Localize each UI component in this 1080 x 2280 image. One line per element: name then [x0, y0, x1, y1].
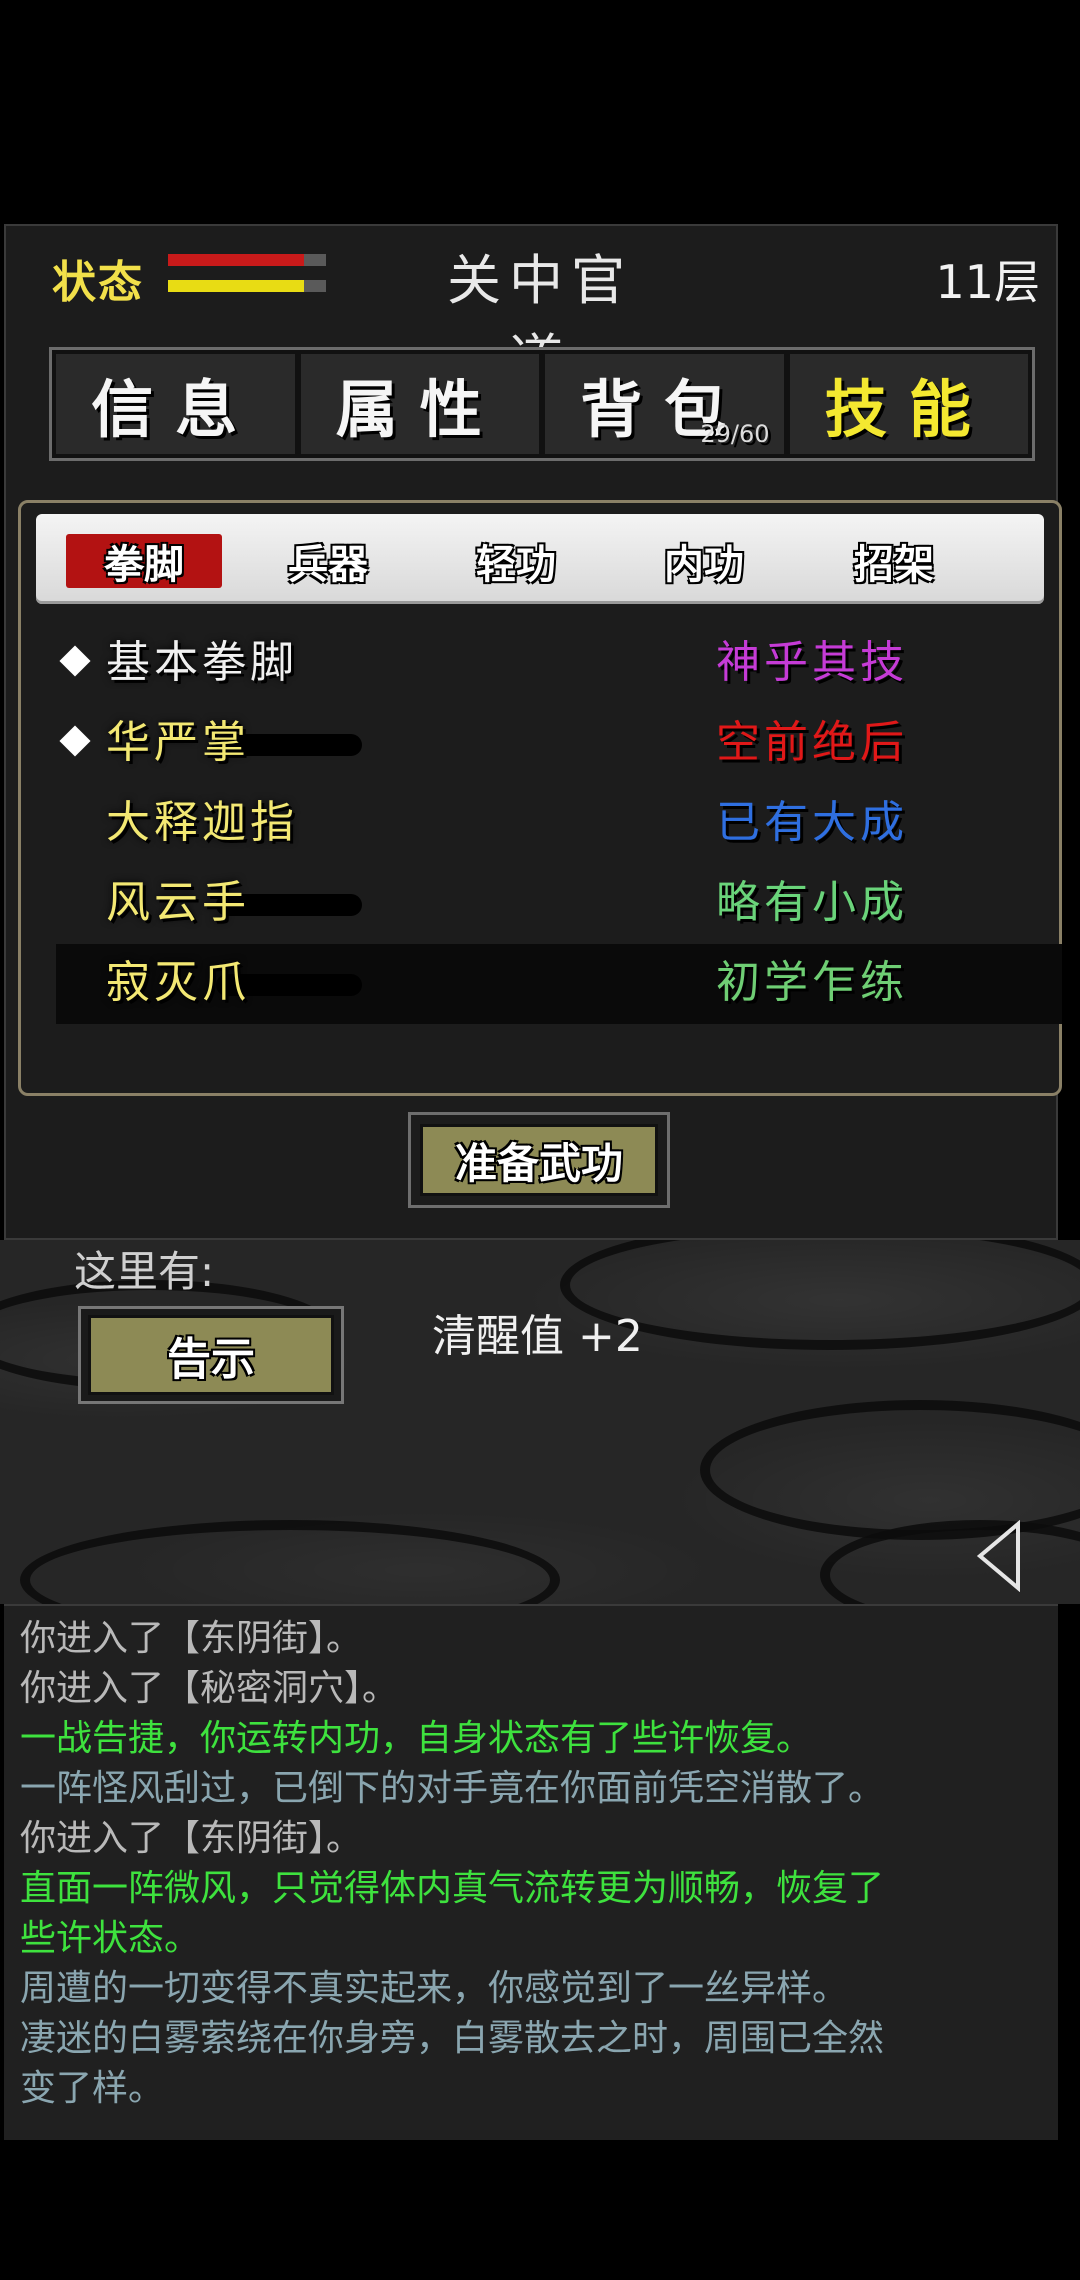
log-line: 一阵怪风刮过，已倒下的对手竟在你面前凭空消散了。	[20, 1768, 885, 1809]
health-bar	[168, 254, 326, 266]
floor-indicator: 11层	[935, 255, 1040, 309]
message-log: 你进入了【东阴街】。 你进入了【秘密洞穴】。 一战告捷，你运转内功，自身状态有了…	[4, 1604, 1058, 2140]
equipped-diamond-icon	[59, 725, 91, 757]
skill-row[interactable]: 风云手 略有小成	[56, 864, 1062, 944]
inventory-count: 29/60	[700, 420, 770, 448]
stamina-bar	[168, 280, 326, 292]
skill-name: 华严掌	[106, 717, 250, 768]
smoke-decoration	[20, 1520, 560, 1604]
tab-skills-label: 技能	[824, 373, 993, 446]
skill-row-selected[interactable]: 寂灭爪 初学乍练	[56, 944, 1062, 1024]
skill-row[interactable]: 基本拳脚 神乎其技	[56, 624, 1062, 704]
skill-row[interactable]: 华严掌 空前绝后	[56, 704, 1062, 784]
skill-level: 神乎其技	[716, 637, 908, 688]
subtab-parry[interactable]: 招架	[816, 534, 972, 588]
log-line: 凄迷的白雾萦绕在你身旁，白雾散去之时，周围已全然	[20, 2018, 885, 2059]
collapse-arrow-icon[interactable]	[976, 1520, 1022, 1592]
skill-level: 已有大成	[716, 797, 908, 848]
log-line: 些许状态。	[20, 1918, 201, 1959]
skill-name: 基本拳脚	[106, 637, 298, 688]
tab-inventory[interactable]: 背包 29/60	[539, 354, 784, 454]
subtab-weapon[interactable]: 兵器	[250, 534, 406, 588]
health-bar-fill	[168, 254, 304, 266]
stamina-bar-fill	[168, 280, 304, 292]
log-line: 变了样。	[20, 2068, 165, 2109]
main-tab-bar: 信息 属性 背包 29/60 技能	[49, 347, 1035, 461]
log-line: 一战告捷，你运转内功，自身状态有了些许恢复。	[20, 1718, 813, 1759]
notice-button-label: 告示	[88, 1315, 334, 1395]
subtab-fist[interactable]: 拳脚	[66, 534, 222, 588]
tab-skills[interactable]: 技能	[783, 354, 1029, 454]
log-line: 你进入了【东阴街】。	[20, 1618, 363, 1659]
notice-button[interactable]: 告示	[78, 1306, 344, 1404]
equipped-diamond-icon	[59, 645, 91, 677]
here-label: 这里有:	[74, 1247, 215, 1296]
skill-level: 空前绝后	[716, 717, 908, 768]
skill-name: 风云手	[106, 877, 250, 928]
skill-level: 略有小成	[716, 877, 908, 928]
tab-attributes[interactable]: 属性	[294, 354, 540, 454]
log-line: 你进入了【东阴街】。	[20, 1818, 363, 1859]
status-label[interactable]: 状态	[52, 246, 144, 310]
skill-category-tabs: 拳脚 兵器 轻功 内功 招架	[36, 514, 1044, 604]
sober-value-text: 清醒值 +2	[432, 1311, 643, 1362]
log-line: 你进入了【秘密洞穴】。	[20, 1668, 399, 1709]
prepare-skill-label: 准备武功	[420, 1124, 658, 1196]
tab-attributes-label: 属性	[335, 373, 504, 446]
skill-name: 大释迦指	[106, 797, 298, 848]
log-line: 周遭的一切变得不真实起来，你感觉到了一丝异样。	[20, 1968, 849, 2009]
log-line: 直面一阵微风，只觉得体内真气流转更为顺畅，恢复了	[20, 1868, 885, 1909]
prepare-skill-button[interactable]: 准备武功	[408, 1112, 670, 1208]
skill-name: 寂灭爪	[106, 957, 250, 1008]
skill-row[interactable]: 大释迦指 已有大成	[56, 784, 1062, 864]
tab-info[interactable]: 信息	[56, 354, 295, 454]
subtab-inner[interactable]: 内功	[626, 534, 782, 588]
smoke-decoration	[700, 1400, 1080, 1540]
tab-info-label: 信息	[91, 373, 260, 446]
skill-level: 初学乍练	[716, 957, 908, 1008]
subtab-lightness[interactable]: 轻功	[438, 534, 594, 588]
